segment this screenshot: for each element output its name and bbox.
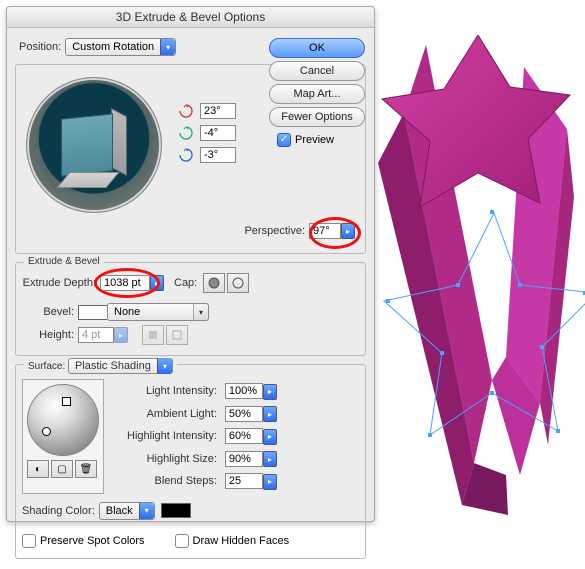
fewer-options-button[interactable]: Fewer Options <box>269 107 365 127</box>
bevel-select[interactable]: None ▾ <box>107 303 209 321</box>
ambient-light-label: Ambient Light: <box>124 404 220 425</box>
perspective-label: Perspective: <box>244 225 305 237</box>
ambient-light-input[interactable]: 50% <box>225 406 263 422</box>
height-input[interactable]: 4 pt <box>78 327 114 343</box>
shading-color-label: Shading Color: <box>22 505 95 517</box>
cap-label: Cap: <box>174 277 197 289</box>
bevel-value: None <box>108 306 193 318</box>
axis-z-icon <box>178 147 194 163</box>
map-art-button[interactable]: Map Art... <box>269 84 365 104</box>
light-new-button[interactable]: ▢ <box>51 460 73 478</box>
rotation-trackball[interactable] <box>26 77 162 213</box>
extrude-depth-label: Extrude Depth: <box>22 277 96 289</box>
highlight-size-label: Highlight Size: <box>124 449 220 470</box>
bevel-out-button[interactable] <box>166 325 188 345</box>
checkbox-icon: ✓ <box>22 534 36 548</box>
surface-select[interactable]: Plastic Shading ▾ <box>68 358 173 374</box>
chevron-updown-icon: ▾ <box>157 358 172 374</box>
axis-x-icon <box>178 103 194 119</box>
light-delete-button[interactable]: 🗑 <box>75 460 97 478</box>
axis-z-input[interactable]: -3° <box>200 147 236 163</box>
slider-button[interactable]: ▸ <box>263 384 277 400</box>
cap-off-button[interactable] <box>227 273 249 293</box>
perspective-slider-button[interactable]: ▸ <box>341 223 355 239</box>
3d-extrude-dialog: 3D Extrude & Bevel Options Position: Cus… <box>6 6 375 522</box>
position-label: Position: <box>19 41 61 53</box>
dialog-title: 3D Extrude & Bevel Options <box>7 7 374 28</box>
position-value: Custom Rotation <box>66 41 160 53</box>
highlight-intensity-input[interactable]: 60% <box>225 428 263 444</box>
highlight-intensity-label: Highlight Intensity: <box>124 426 220 447</box>
axis-x-input[interactable]: 23° <box>200 103 236 119</box>
light-intensity-label: Light Intensity: <box>124 381 220 402</box>
highlight-size-input[interactable]: 90% <box>225 451 263 467</box>
axis-y-input[interactable]: -4° <box>200 125 236 141</box>
extrude-section-title: Extrude & Bevel <box>24 256 104 267</box>
cap-on-button[interactable] <box>203 273 225 293</box>
checkbox-icon: ✓ <box>175 534 189 548</box>
chevron-updown-icon: ▾ <box>139 503 154 519</box>
cancel-button[interactable]: Cancel <box>269 61 365 81</box>
preserve-spot-checkbox[interactable]: ✓ Preserve Spot Colors <box>22 534 145 548</box>
shading-color-select[interactable]: Black ▾ <box>99 502 155 520</box>
surface-section-label: Surface: Plastic Shading ▾ <box>24 358 177 374</box>
extrude-depth-slider-button[interactable]: ▸ <box>150 275 164 291</box>
light-handle-2[interactable] <box>42 427 51 436</box>
light-handle-1[interactable] <box>62 397 71 406</box>
blend-steps-input[interactable]: 25 <box>225 473 263 489</box>
shading-color-swatch[interactable] <box>161 503 191 518</box>
bevel-label: Bevel: <box>22 306 74 318</box>
slider-button[interactable]: ▸ <box>263 451 277 467</box>
axis-y-icon <box>178 125 194 141</box>
bevel-preview <box>78 305 107 320</box>
ok-button[interactable]: OK <box>269 38 365 58</box>
blend-steps-label: Blend Steps: <box>124 471 220 492</box>
canvas-preview <box>370 35 585 515</box>
bevel-in-button[interactable] <box>142 325 164 345</box>
position-select[interactable]: Custom Rotation ▾ <box>65 38 176 56</box>
slider-button[interactable]: ▸ <box>263 474 277 490</box>
chevron-updown-icon: ▾ <box>160 39 175 55</box>
preview-checkbox[interactable]: ✓ Preview <box>277 133 365 147</box>
light-sphere[interactable] <box>27 384 99 456</box>
slider-button[interactable]: ▸ <box>263 406 277 422</box>
slider-button[interactable]: ▸ <box>263 429 277 445</box>
light-back-button[interactable]: ◐ <box>27 460 49 478</box>
height-slider-button[interactable]: ▸ <box>114 327 128 343</box>
chevron-down-icon: ▾ <box>193 304 208 320</box>
perspective-input[interactable]: 97° <box>309 223 341 239</box>
extrude-depth-input[interactable]: 1038 pt <box>100 275 150 291</box>
light-intensity-input[interactable]: 100% <box>225 383 263 399</box>
checkbox-checked-icon: ✓ <box>277 133 291 147</box>
height-label: Height: <box>22 329 74 341</box>
draw-hidden-checkbox[interactable]: ✓ Draw Hidden Faces <box>175 534 290 548</box>
